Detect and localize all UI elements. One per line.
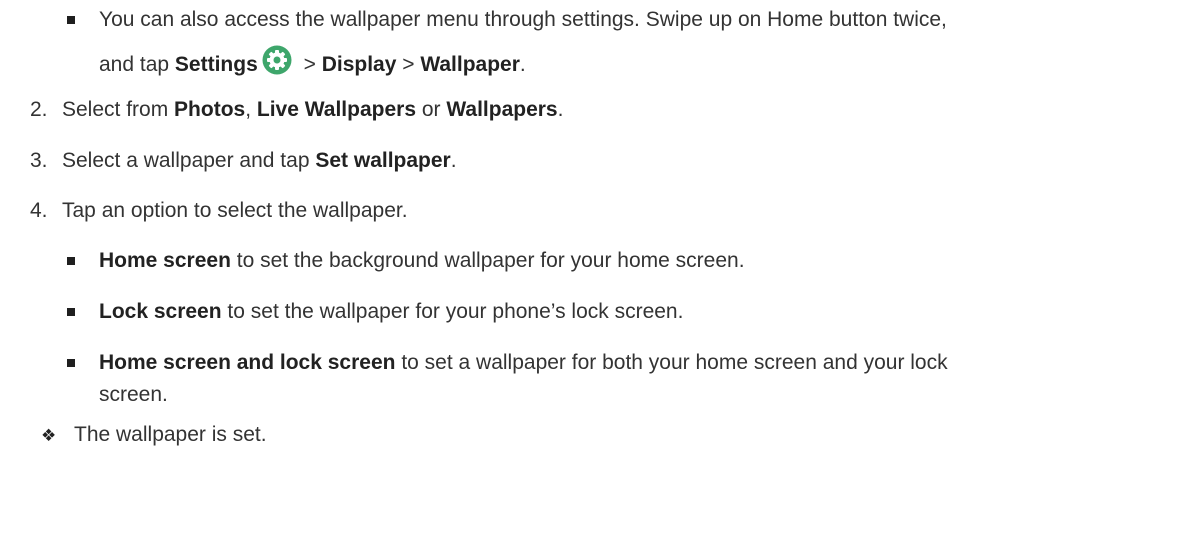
wallpapers-label: Wallpapers	[446, 98, 558, 121]
separator-1: >	[297, 53, 322, 76]
option-lock-screen-desc: to set the wallpaper for your phone’s lo…	[221, 300, 684, 323]
step-2-prefix: Select from	[62, 98, 175, 121]
step-2-or: or	[416, 98, 447, 121]
result-diamond-icon: ❖	[41, 426, 57, 446]
display-label: Display	[321, 53, 397, 76]
document-page: You can also access the wallpaper menu t…	[0, 0, 1193, 558]
option-lock-screen-label: Lock screen	[99, 300, 222, 323]
intro-text-line1: You can also access the wallpaper menu t…	[99, 8, 947, 31]
live-wallpapers-label: Live Wallpapers	[256, 98, 417, 121]
step-3-prefix: Select a wallpaper and tap	[62, 149, 316, 172]
step-number: 4.	[30, 199, 48, 222]
step-3-text: Select a wallpaper and tap Set wallpaper…	[62, 147, 457, 175]
step-2-text: Select from Photos, Live Wallpapers or W…	[62, 96, 563, 124]
step-number: 2.	[30, 98, 48, 121]
settings-label: Settings	[174, 53, 258, 76]
intro-prefix: and tap	[99, 53, 175, 76]
step-4-text: Tap an option to select the wallpaper.	[62, 197, 408, 225]
option-home-screen-desc: to set the background wallpaper for your…	[230, 249, 745, 272]
step-2-comma: ,	[245, 98, 257, 121]
result-text: The wallpaper is set.	[74, 421, 267, 449]
bullet-marker	[67, 308, 75, 316]
option-lock-screen: Lock screen to set the wallpaper for you…	[99, 298, 683, 326]
option-both-screens-desc: to set a wallpaper for both your home sc…	[395, 351, 948, 374]
step-number: 3.	[30, 149, 48, 172]
option-both-screens-line2: screen.	[99, 381, 168, 409]
option-both-screens-label: Home screen and lock screen	[99, 351, 396, 374]
set-wallpaper-label: Set wallpaper	[315, 149, 451, 172]
intro-bullet-line2: and tap Settings > Display > Wallpaper.	[99, 45, 526, 79]
bullet-marker	[67, 16, 75, 24]
result-label: The wallpaper is set.	[74, 423, 267, 446]
separator-2: >	[396, 53, 421, 76]
settings-gear-icon	[262, 45, 292, 75]
step-2-end: .	[557, 98, 564, 121]
intro-bullet-line1: You can also access the wallpaper menu t…	[99, 6, 947, 34]
wallpaper-label: Wallpaper	[420, 53, 520, 76]
photos-label: Photos	[174, 98, 246, 121]
option-home-screen-label: Home screen	[99, 249, 231, 272]
bullet-marker	[67, 257, 75, 265]
option-both-screens: Home screen and lock screen to set a wal…	[99, 349, 948, 377]
bullet-marker	[67, 359, 75, 367]
step-3-end: .	[450, 149, 457, 172]
step-4-label: Tap an option to select the wallpaper.	[62, 199, 408, 222]
option-home-screen: Home screen to set the background wallpa…	[99, 247, 745, 275]
intro-end: .	[519, 53, 526, 76]
option-both-screens-desc-line2: screen.	[99, 383, 168, 406]
